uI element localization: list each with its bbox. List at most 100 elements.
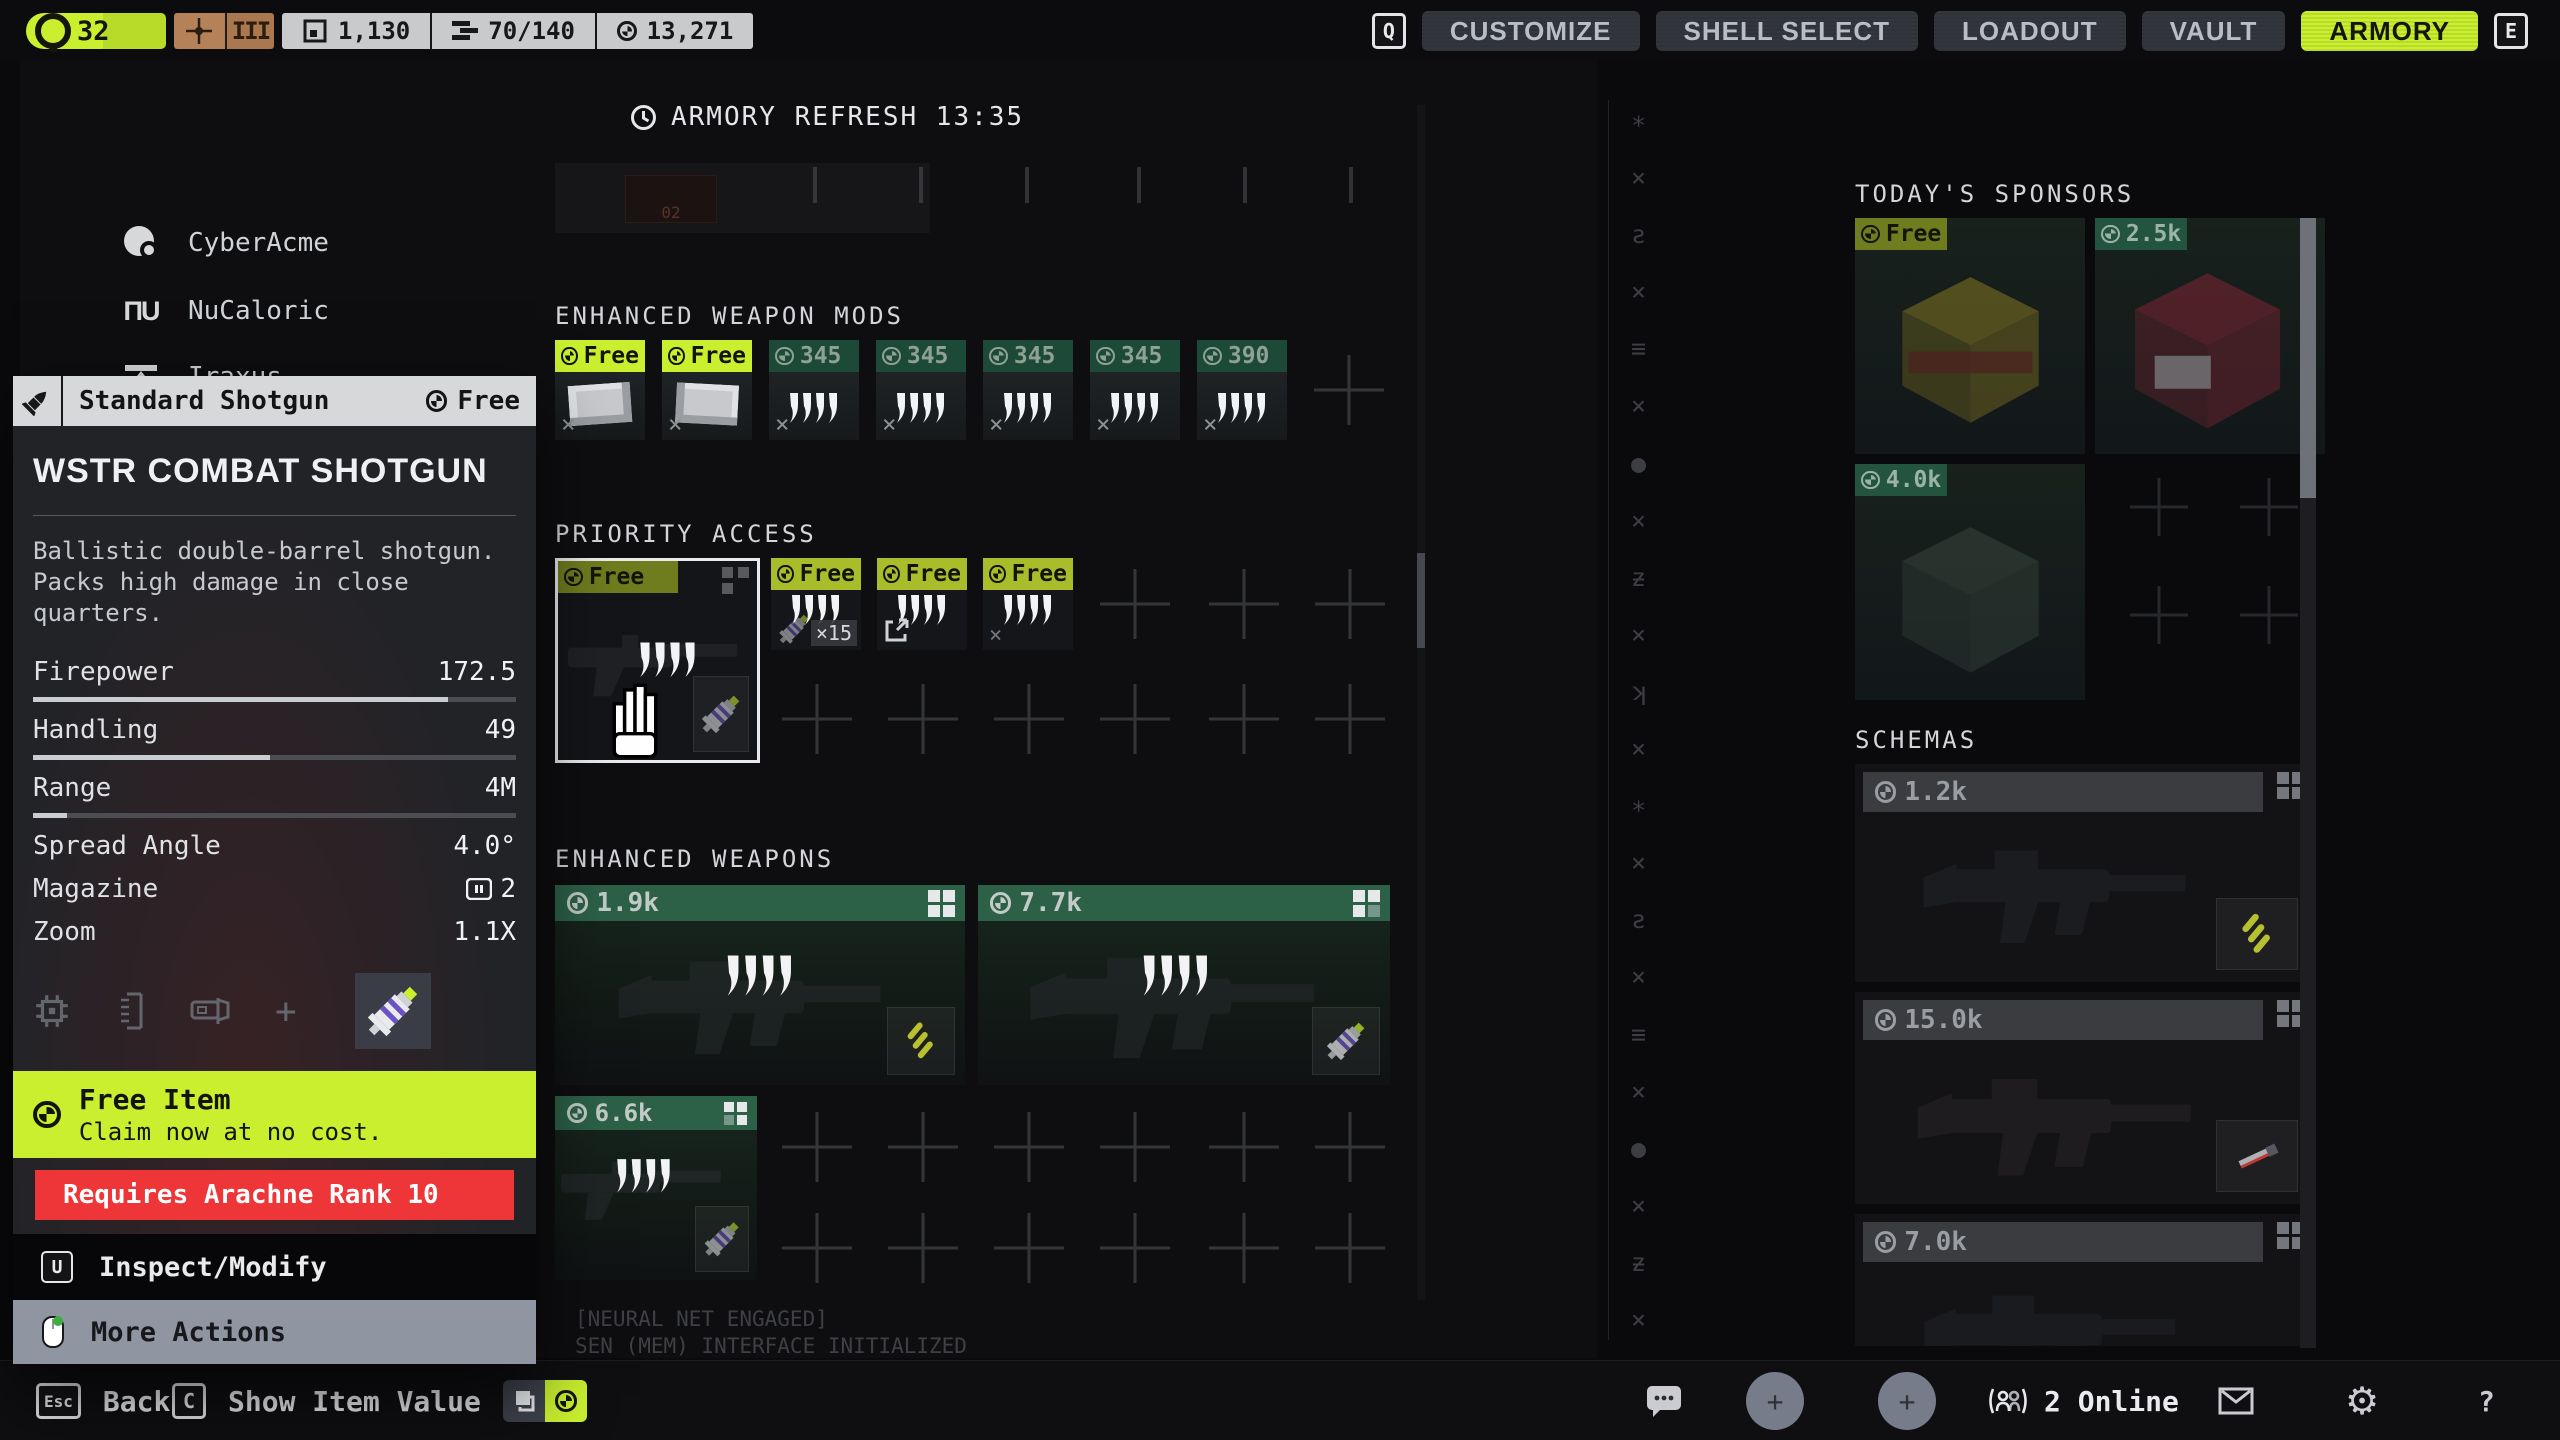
main-scrollbar-thumb[interactable] <box>1417 553 1425 648</box>
grid-tick <box>919 167 923 203</box>
mod-card[interactable]: 390 × <box>1197 340 1287 440</box>
chip-icon <box>33 992 71 1030</box>
credits-icon <box>561 347 578 366</box>
item-category: Standard Shotgun <box>79 386 329 416</box>
item-price: 1.2k <box>1904 777 1967 807</box>
back-button[interactable]: Esc Back <box>36 1361 170 1440</box>
item-price: Free <box>691 343 746 369</box>
rank-badge[interactable]: III <box>174 13 274 49</box>
credits-icon <box>990 892 1011 913</box>
people-icon <box>1988 1385 2028 1417</box>
credits-icon <box>1875 1231 1896 1252</box>
claw-brand-icon <box>1002 594 1054 628</box>
item-price: Free <box>426 386 520 416</box>
stat-spread-angle: Spread Angle4.0° <box>33 831 516 861</box>
dismiss-x[interactable]: × <box>1096 410 1110 438</box>
value-keyhint: C <box>172 1383 206 1419</box>
bonus-knife-box <box>2216 1120 2298 1192</box>
mouse-icon <box>41 1315 65 1349</box>
dismiss-x[interactable]: × <box>989 623 1002 648</box>
strip-decor-icon: ƨ <box>1631 222 1646 247</box>
sidebar-item-nucaloric[interactable]: ΠU NuCaloric <box>120 290 329 332</box>
item-price: Free <box>1886 221 1941 247</box>
bullet-icon <box>13 376 63 426</box>
priority-card[interactable]: Free <box>877 558 967 650</box>
section-title-schemas: SCHEMAS <box>1855 726 1977 754</box>
player-level-badge[interactable]: 32 <box>26 13 166 49</box>
schema-card[interactable]: 1.2k <box>1855 764 2310 982</box>
nav-tab-loadout[interactable]: LOADOUT <box>1934 11 2126 51</box>
sponsor-card[interactable]: Free <box>1855 218 2085 454</box>
mod-card[interactable]: Free × <box>662 340 752 440</box>
mod-card[interactable]: 345 × <box>769 340 859 440</box>
dismiss-x[interactable]: × <box>989 410 1003 438</box>
divider <box>33 515 516 516</box>
item-price: 1.9k <box>596 888 659 918</box>
schema-card[interactable]: 15.0k <box>1855 992 2310 1204</box>
dismiss-x[interactable]: × <box>561 410 575 438</box>
weapon-card[interactable]: 6.6k <box>555 1096 757 1280</box>
weapon-card[interactable]: 1.9k <box>555 885 965 1085</box>
more-actions-action[interactable]: More Actions <box>13 1300 536 1364</box>
mod-item-image <box>568 382 633 426</box>
redeem-icon <box>883 618 909 644</box>
weapon-card[interactable]: 7.7k <box>978 885 1390 1085</box>
credits-toggle-icon <box>545 1380 587 1422</box>
dismiss-x[interactable]: × <box>775 410 789 438</box>
nav-tab-shell-select[interactable]: SHELL SELECT <box>1656 11 1919 51</box>
mod-card[interactable]: 345 × <box>1090 340 1180 440</box>
right-scrollbar-thumb[interactable] <box>2300 218 2316 498</box>
add-party-member-left-button[interactable]: + <box>1746 1372 1804 1430</box>
player-level-value: 32 <box>77 16 110 47</box>
main-scrollbar[interactable] <box>1417 105 1425 1300</box>
claw-brand-icon <box>1141 954 1211 1000</box>
mod-card[interactable]: 345 × <box>983 340 1073 440</box>
priority-card[interactable]: Free ×15 <box>771 558 861 650</box>
settings-button[interactable]: ⚙ <box>2345 1361 2379 1440</box>
value-display-toggle[interactable] <box>503 1380 587 1422</box>
stack-icon <box>452 19 478 43</box>
chat-button[interactable] <box>1645 1361 1683 1440</box>
show-item-value-button[interactable]: C Show Item Value <box>172 1361 587 1440</box>
mail-button[interactable] <box>2218 1361 2254 1440</box>
priority-card[interactable]: Free × <box>983 558 1073 650</box>
syringe-icon <box>702 1219 742 1259</box>
credits-icon <box>567 892 588 913</box>
supply-crate-image <box>2125 270 2290 435</box>
sidebar-item-cyberacme[interactable]: CyberAcme <box>120 222 329 264</box>
priority-card-selected[interactable]: Free <box>555 558 760 763</box>
claw-brand-icon <box>615 1158 673 1196</box>
strip-decor-icon: × <box>1631 165 1646 190</box>
selected-attachment-box[interactable] <box>355 973 431 1049</box>
empty-slot <box>994 1213 1064 1283</box>
nav-tab-customize[interactable]: CUSTOMIZE <box>1422 11 1640 51</box>
strip-decor-icon: ∗ <box>1631 793 1646 818</box>
resource-credits[interactable]: 13,271 <box>595 13 753 49</box>
strip-decor-icon: ƨ <box>1631 907 1646 932</box>
right-scrollbar[interactable] <box>2300 218 2316 1348</box>
resource-capacity[interactable]: 70/140 <box>430 13 595 49</box>
sponsor-card[interactable]: 2.5k <box>2095 218 2325 454</box>
item-price: 390 <box>1228 343 1270 369</box>
inspect-modify-action[interactable]: U Inspect/Modify <box>13 1234 536 1300</box>
inspect-keyhint: U <box>41 1251 73 1283</box>
nav-tab-armory[interactable]: ARMORY <box>2301 11 2478 51</box>
schema-card[interactable]: 7.0k <box>1855 1214 2310 1346</box>
credits-icon <box>668 347 685 366</box>
strip-decor-icon: × <box>1631 393 1646 418</box>
requirement-banner: Requires Arachne Rank 10 <box>35 1170 514 1220</box>
mod-card[interactable]: 345 × <box>876 340 966 440</box>
sponsor-card[interactable]: 4.0k <box>1855 464 2085 700</box>
mod-card[interactable]: Free × <box>555 340 645 440</box>
dismiss-x[interactable]: × <box>882 410 896 438</box>
grid-tick <box>1137 167 1141 203</box>
nav-tab-vault[interactable]: VAULT <box>2142 11 2286 51</box>
help-button[interactable]: ? <box>2478 1361 2495 1440</box>
resource-crafting[interactable]: 1,130 <box>282 13 430 49</box>
cube-icon <box>302 18 328 44</box>
dismiss-x[interactable]: × <box>668 410 682 438</box>
item-tooltip: Standard Shotgun Free WSTR COMBAT SHOTGU… <box>13 376 536 1364</box>
dismiss-x[interactable]: × <box>1203 410 1217 438</box>
strip-decor-icon: × <box>1631 964 1646 989</box>
add-party-member-right-button[interactable]: + <box>1878 1372 1936 1430</box>
